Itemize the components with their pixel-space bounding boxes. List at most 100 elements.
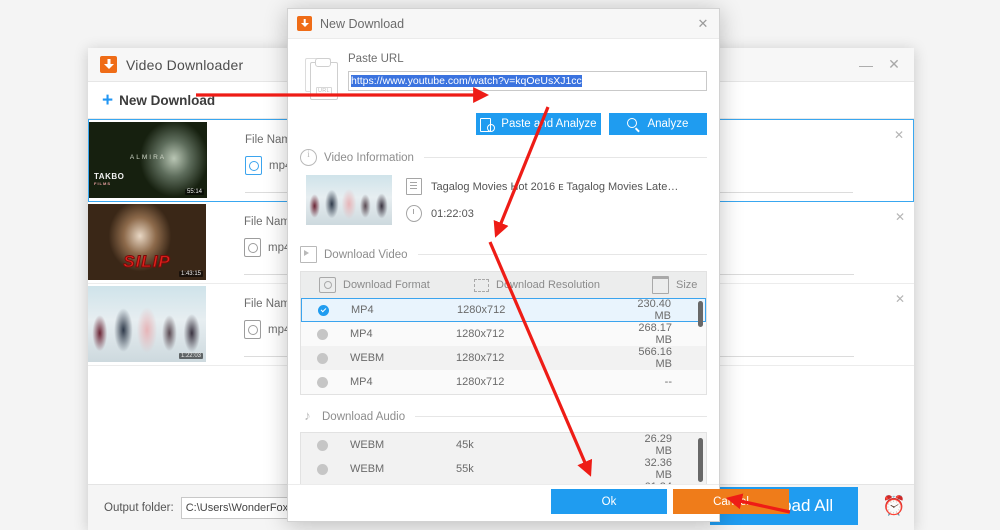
thumbnail-duration: 55:14 (184, 189, 204, 195)
video-duration: 01:22:03 (431, 207, 474, 220)
cancel-button[interactable]: Cancel (673, 489, 789, 514)
dialog-title: New Download (320, 16, 405, 31)
thumbnail-brand-sub: FILMS (94, 181, 111, 186)
paste-url-section: URL Paste URL https://www.youtube.com/wa… (300, 39, 707, 101)
media-file-icon (244, 320, 261, 339)
ok-button[interactable]: Ok (551, 489, 667, 514)
audio-table-scrollbar[interactable] (698, 438, 703, 482)
video-duration-row: 01:22:03 (406, 205, 707, 222)
resolution-icon (474, 278, 489, 292)
row-size: 26.29 MB (644, 433, 672, 457)
remove-item-icon[interactable]: ✕ (895, 292, 905, 306)
row-format-cell: WEBM (301, 439, 456, 451)
download-video-label: Download Video (324, 248, 408, 261)
downloader-logo-icon (297, 16, 312, 31)
paste-url-fields: Paste URL https://www.youtube.com/watch?… (348, 53, 707, 101)
thumbnail-caption: SILIP (123, 252, 171, 272)
row-format-label: MP4 (350, 376, 373, 388)
new-download-button[interactable]: New Download (119, 93, 215, 108)
table-row[interactable]: WEBM 55k 32.36 MB (301, 457, 706, 481)
video-information-label: Video Information (324, 151, 414, 164)
video-thumbnail: SILIP 1:43:15 (88, 204, 206, 280)
table-row[interactable]: WEBM 45k 26.29 MB (301, 433, 706, 457)
section-divider (415, 416, 707, 417)
row-radio[interactable] (317, 352, 328, 364)
remove-item-icon[interactable]: ✕ (895, 210, 905, 224)
window-title: Video Downloader (126, 56, 244, 73)
search-icon (627, 117, 640, 131)
row-resolution: 1280x712 (456, 352, 505, 364)
media-file-icon (245, 156, 262, 175)
clipboard-search-icon (480, 117, 496, 132)
row-format-cell: MP4 (302, 304, 457, 316)
row-size: 230.40 MB (637, 298, 671, 322)
analyze-button[interactable]: Analyze (608, 113, 707, 135)
media-file-icon (244, 238, 261, 257)
document-icon (406, 178, 422, 195)
section-divider (417, 254, 707, 255)
downloader-logo-icon (100, 56, 117, 73)
table-row[interactable]: WEBM 1280x712 566.16 MB (301, 346, 706, 370)
video-information-header: Video Information (300, 149, 707, 166)
download-video-table: Download Format Download Resolution Size… (300, 271, 707, 395)
video-table-scrollbar[interactable] (698, 301, 703, 327)
close-icon[interactable]: ✕ (691, 13, 715, 35)
video-title: Tagalog Movies Hot 2016 ᴇ Tagalog Movies… (431, 180, 681, 193)
thumbnail-image (88, 286, 206, 362)
row-resolution: 1280x712 (456, 328, 505, 340)
row-bitrate: 45k (456, 439, 474, 451)
row-format-cell: MP4 (301, 328, 456, 340)
column-size: Size (652, 276, 706, 294)
row-radio[interactable] (317, 376, 328, 388)
video-information-content: Tagalog Movies Hot 2016 ᴇ Tagalog Movies… (300, 175, 707, 232)
row-bitrate: 55k (456, 463, 474, 475)
dialog-footer: Ok Cancel (288, 484, 789, 521)
paste-and-analyze-button[interactable]: Paste and Analyze (476, 113, 601, 135)
row-format-cell: WEBM (301, 352, 456, 364)
row-format-label: WEBM (350, 439, 385, 451)
thumbnail-duration: 1:22:03 (178, 353, 203, 359)
column-download-resolution-label: Download Resolution (496, 279, 600, 291)
minimize-icon[interactable]: — (852, 52, 880, 78)
clock-icon (406, 205, 422, 222)
row-resolution: 1280x712 (456, 376, 505, 388)
table-header: Download Format Download Resolution Size (301, 272, 706, 298)
row-format-label: WEBM (350, 352, 385, 364)
output-folder-label: Output folder: (104, 501, 174, 514)
row-radio[interactable] (317, 439, 328, 451)
thumbnail-caption: ALMIRA (129, 153, 167, 161)
table-row[interactable]: MP4 1280x712 -- (301, 370, 706, 394)
column-download-resolution: Download Resolution (474, 278, 652, 292)
row-format-label: WEBM (350, 463, 385, 475)
column-download-format-label: Download Format (343, 279, 430, 291)
alarm-clock-icon[interactable]: ⏰ (872, 487, 914, 525)
thumbnail-brand: TAKBO FILMS (94, 172, 124, 186)
video-thumbnail (306, 175, 392, 225)
column-download-format: Download Format (301, 277, 474, 293)
row-size: -- (664, 376, 672, 388)
film-icon (300, 246, 317, 263)
download-video-header: Download Video (300, 246, 707, 263)
size-folder-icon (652, 276, 669, 294)
row-size: 566.16 MB (638, 346, 672, 370)
url-input[interactable]: https://www.youtube.com/watch?v=kqOeUsXJ… (348, 71, 707, 91)
music-note-icon: ♪ (304, 408, 311, 423)
row-radio[interactable] (317, 328, 328, 340)
remove-item-icon[interactable]: ✕ (894, 128, 904, 142)
analyze-label: Analyze (647, 118, 689, 130)
close-icon[interactable]: ✕ (880, 52, 908, 78)
thumbnail-duration: 1:43:15 (178, 271, 203, 277)
download-audio-header: ♪ Download Audio (300, 409, 707, 424)
new-download-dialog: New Download ✕ URL Paste URL https://www… (287, 8, 789, 522)
row-format-cell: WEBM (301, 463, 456, 475)
column-size-label: Size (676, 279, 698, 291)
plus-icon: + (102, 89, 114, 111)
analyze-button-row: Paste and Analyze Analyze (300, 113, 707, 135)
table-row[interactable]: MP4 1280x712 268.17 MB (301, 322, 706, 346)
table-row[interactable]: MP4 1280x712 230.40 MB (301, 298, 706, 322)
video-metadata: Tagalog Movies Hot 2016 ᴇ Tagalog Movies… (392, 175, 707, 232)
download-audio-label: Download Audio (322, 410, 406, 423)
row-radio[interactable] (317, 463, 328, 475)
row-radio-selected[interactable] (318, 304, 329, 316)
dialog-body: URL Paste URL https://www.youtube.com/wa… (288, 39, 719, 484)
